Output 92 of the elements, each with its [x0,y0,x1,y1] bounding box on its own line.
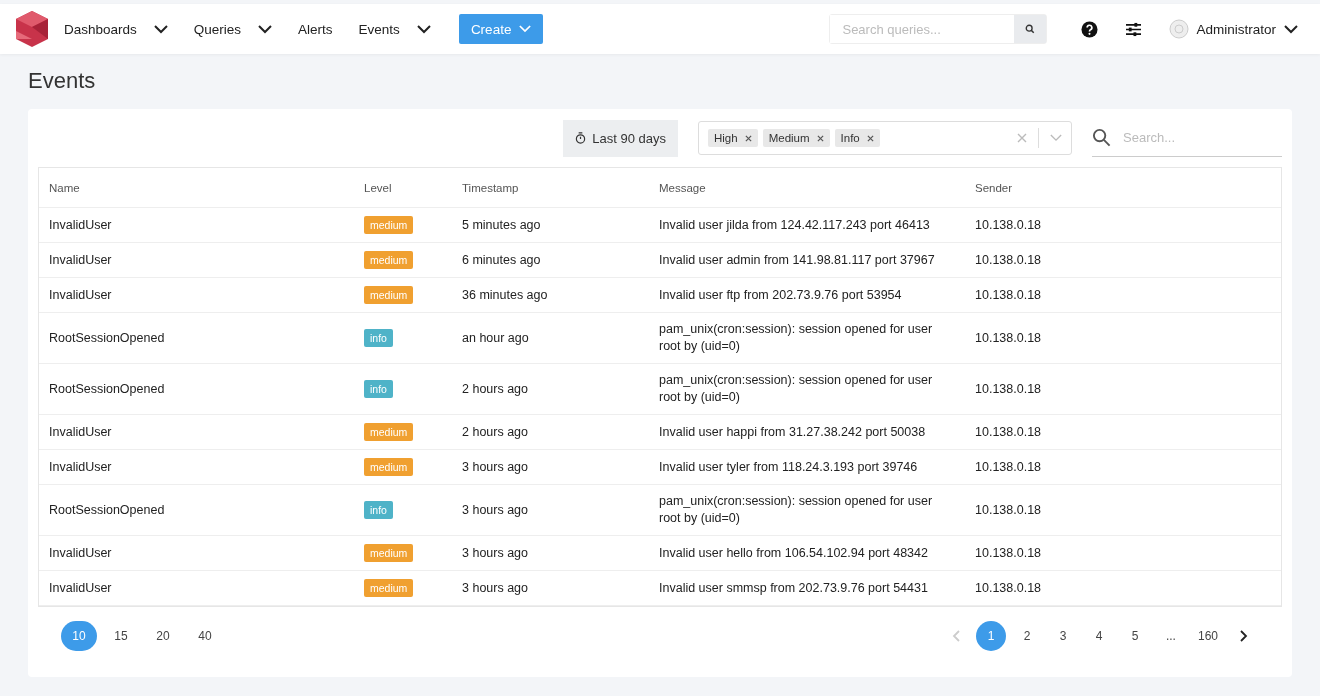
time-range-button[interactable]: Last 90 days [563,119,678,157]
cube-logo-icon[interactable] [14,11,50,47]
table-cell-text: Invalid user smmsp from 202.73.9.76 port 54431 [659,579,929,597]
table-cell-text: InvalidUser [49,425,113,439]
chevron-down-icon [519,25,532,33]
table-cell-text: 10.138.0.18 [975,253,1043,267]
filter-tag[interactable]: Info [834,129,880,147]
page-number[interactable]: 2 [1011,621,1042,651]
user-menu[interactable]: Administrator [1196,21,1276,37]
nav-link[interactable]: Alerts [298,21,333,37]
level-badge: medium [364,423,414,441]
table-cell-text: pam_unix(cron:session): session opened for user root by (uid=0) [659,493,934,527]
table-cell-text: InvalidUser [49,460,113,474]
column-header[interactable]: Level [364,181,462,194]
page-number[interactable]: 160 [1191,621,1224,651]
table-cell-text: RootSessionOpened [49,382,166,396]
level-filter-select[interactable]: High Medium Info [698,121,1072,155]
table-cell-text: 10.138.0.18 [975,503,1043,517]
level-badge: medium [364,458,414,476]
table-cell-text: Invalid user hello from 106.54.102.94 port 48342 [659,544,929,562]
level-badge: medium [364,579,414,597]
page-number[interactable]: ... [1155,621,1186,651]
table-cell-text: 3 hours ago [462,460,530,474]
table-cell-text: InvalidUser [49,288,113,302]
table-cell-text: pam_unix(cron:session): session opened for user root by (uid=0) [659,321,934,355]
remove-tag-icon[interactable] [816,134,824,142]
table-cell-text: 5 minutes ago [462,218,542,232]
chevron-down-icon[interactable] [258,24,273,34]
level-badge: info [364,501,393,519]
column-header[interactable]: Sender [975,181,1271,194]
filter-tag[interactable]: High [708,129,758,147]
table-cell-text: RootSessionOpened [49,331,166,345]
table-cell-text: 2 hours ago [462,425,530,439]
table-cell-text: 10.138.0.18 [975,218,1043,232]
settings-sliders-icon[interactable] [1125,21,1143,37]
table-cell-text: 10.138.0.18 [975,460,1043,474]
table-cell-text: InvalidUser [49,218,113,232]
level-badge: info [364,329,393,347]
table-cell-text: Invalid user happi from 31.27.38.242 port 50038 [659,423,927,441]
table-cell-text: 10.138.0.18 [975,288,1043,302]
level-badge: medium [364,286,414,304]
table-cell-text: Invalid user jilda from 124.42.117.243 port 46413 [659,216,931,234]
column-header[interactable]: Name [49,181,364,194]
table-cell-text: 3 hours ago [462,581,530,595]
next-page-icon[interactable] [1240,630,1248,642]
column-header[interactable]: Timestamp [462,181,659,194]
table-cell-text: InvalidUser [49,581,113,595]
table-cell-text: RootSessionOpened [49,503,166,517]
table-cell-text: pam_unix(cron:session): session opened for user root by (uid=0) [659,372,934,406]
table-cell-text: an hour ago [462,331,530,345]
level-badge: medium [364,251,414,269]
nav-link[interactable]: Events [358,21,400,37]
table-cell-text: InvalidUser [49,253,113,267]
search-icon [1025,24,1036,34]
table-cell-text: 2 hours ago [462,382,530,396]
filter-tag[interactable]: Medium [762,129,830,147]
table-cell-text: Invalid user admin from 141.98.81.117 port 37967 [659,251,936,269]
remove-tag-icon[interactable] [744,134,752,142]
chevron-down-icon[interactable] [416,24,431,34]
table-cell-text: Invalid user tyler from 118.24.3.193 port 39746 [659,458,919,476]
page-number[interactable]: 3 [1047,621,1078,651]
column-header[interactable]: Message [659,181,975,194]
table-cell-text: 6 minutes ago [462,253,542,267]
stopwatch-icon [575,132,587,144]
help-icon[interactable] [1081,20,1099,38]
page-number[interactable]: 4 [1083,621,1114,651]
chevron-down-icon[interactable] [153,24,168,34]
search-icon[interactable] [1092,128,1111,147]
level-badge: medium [364,216,414,234]
page-size-option[interactable]: 15 [103,621,139,651]
remove-tag-icon[interactable] [866,134,874,142]
page-title: Events [28,68,97,94]
table-cell-text: 3 hours ago [462,503,530,517]
table-cell-text: InvalidUser [49,546,113,560]
page-size-option[interactable]: 20 [145,621,181,651]
nav-link[interactable]: Dashboards [64,21,137,37]
table-cell-text: 3 hours ago [462,546,530,560]
nav-link[interactable]: Queries [193,21,242,37]
page-size-option[interactable]: 40 [187,621,223,651]
chevron-down-icon[interactable] [1284,24,1298,34]
page-number[interactable]: 5 [1119,621,1150,651]
table-cell-text: 36 minutes ago [462,288,549,302]
table-cell-text: 10.138.0.18 [975,581,1043,595]
table-cell-text: 10.138.0.18 [975,546,1043,560]
level-badge: medium [364,544,414,562]
search-button[interactable] [1014,15,1047,43]
table-cell-text: 10.138.0.18 [975,425,1043,439]
table-cell-text: 10.138.0.18 [975,331,1043,345]
table-cell-text: 10.138.0.18 [975,382,1043,396]
table-cell-text: Invalid user ftp from 202.73.9.76 port 53954 [659,286,903,304]
query-search-field[interactable]: Search queries... [829,14,1048,44]
level-badge: info [364,380,393,398]
